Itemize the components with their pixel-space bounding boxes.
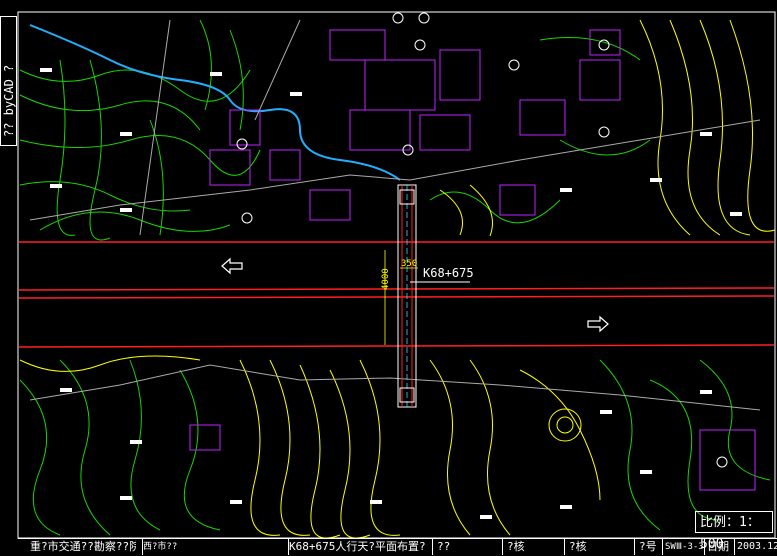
drawing-name: K68+675人行天?平面布置? — [288, 539, 429, 555]
river — [29, 24, 401, 181]
cell-qq: ?? — [432, 539, 507, 555]
org-name: 重?市交通??勘察??院 — [30, 540, 136, 553]
dim-vertical: 4000 — [381, 268, 391, 290]
cell-date-label: 日期 — [704, 539, 737, 555]
scale-box: 比例：1：500 — [695, 511, 773, 552]
sidebar-title: ?? byCAD ? — [2, 64, 16, 137]
cell-check: ?核 — [564, 539, 639, 555]
cell-review: ?核 — [502, 539, 567, 555]
title-block: 重?市交通??勘察??院 西?市?? K68+675人行天?平面布置? ?? ?… — [18, 538, 777, 555]
sidebar-title-box: ?? byCAD ? — [0, 16, 17, 146]
survey-lines — [29, 19, 761, 411]
cell-no-value: SWⅢ-3-3 — [662, 539, 707, 555]
project-name: 西?市?? — [142, 539, 283, 555]
station-label: K68+675 — [423, 266, 474, 280]
road-surface — [19, 242, 774, 347]
cell-date-value: 2003.12 — [734, 539, 777, 555]
dim-horizontal: 350 — [401, 259, 418, 269]
